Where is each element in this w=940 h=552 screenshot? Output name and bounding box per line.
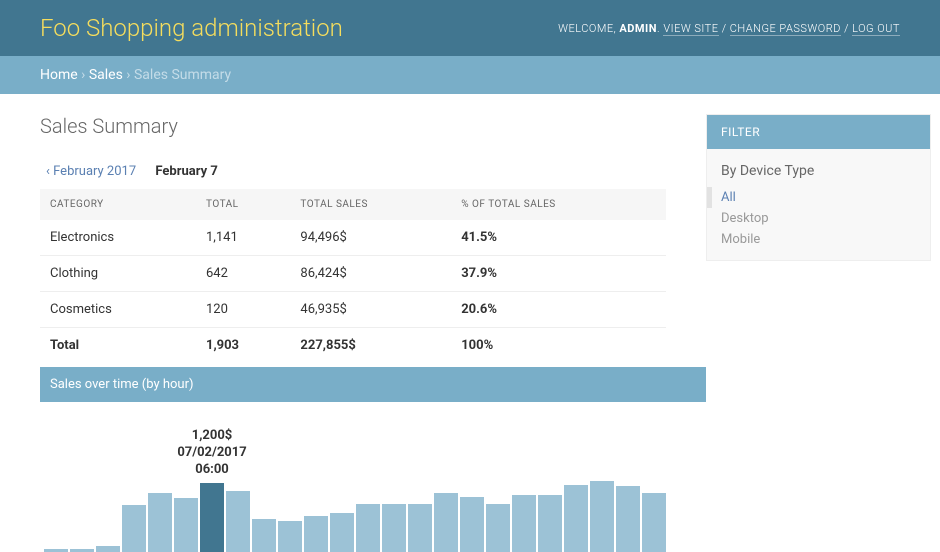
chart-bar[interactable] — [226, 491, 250, 552]
view-site-link[interactable]: VIEW SITE — [663, 22, 718, 36]
chart-bar[interactable] — [616, 486, 640, 552]
tooltip-value: 1,200$ — [177, 428, 246, 445]
chart-bar[interactable] — [460, 497, 484, 552]
tooltip-date: 07/02/2017 — [177, 445, 246, 462]
app-header: Foo Shopping administration WELCOME, ADM… — [0, 0, 940, 56]
table-row: Cosmetics12046,935$20.6% — [40, 292, 666, 328]
col-category[interactable]: CATEGORY — [40, 189, 198, 220]
user-tools: WELCOME, ADMIN. VIEW SITE / CHANGE PASSW… — [558, 22, 900, 35]
welcome-label: WELCOME, — [558, 22, 619, 35]
cell-total: 642 — [198, 256, 292, 292]
col-total-sales[interactable]: TOTAL SALES — [292, 189, 453, 220]
sales-table: CATEGORY TOTAL TOTAL SALES % OF TOTAL SA… — [40, 189, 666, 363]
chart-bar[interactable] — [304, 516, 328, 552]
filter-option[interactable]: All — [707, 187, 930, 208]
cell-total: 120 — [198, 292, 292, 328]
cell-total-sales: 94,496$ — [292, 220, 453, 256]
cell-category: Total — [40, 328, 198, 364]
chart-bar[interactable] — [252, 519, 276, 552]
date-back-link[interactable]: ‹ February 2017 — [46, 164, 136, 179]
col-total[interactable]: TOTAL — [198, 189, 292, 220]
cell-total: 1,903 — [198, 328, 292, 364]
chart-bar[interactable] — [486, 504, 510, 552]
cell-total-sales: 227,855$ — [292, 328, 453, 364]
site-title: Foo Shopping administration — [40, 14, 343, 42]
chart-bar[interactable] — [538, 495, 562, 552]
breadcrumb-current: Sales Summary — [134, 67, 231, 83]
cell-category: Cosmetics — [40, 292, 198, 328]
chart-tooltip: 1,200$07/02/201706:00 — [177, 428, 246, 483]
cell-total-sales: 86,424$ — [292, 256, 453, 292]
chart-bar[interactable] — [356, 504, 380, 552]
breadcrumb-sales[interactable]: Sales — [89, 67, 123, 83]
chart-bar[interactable] — [96, 546, 120, 552]
table-header-row: CATEGORY TOTAL TOTAL SALES % OF TOTAL SA… — [40, 189, 666, 220]
cell-category: Clothing — [40, 256, 198, 292]
chart-title: Sales over time (by hour) — [40, 367, 706, 402]
chart-bar[interactable] — [642, 493, 666, 552]
filter-title: FILTER — [707, 115, 930, 149]
col-pct[interactable]: % OF TOTAL SALES — [453, 189, 666, 220]
logout-link[interactable]: LOG OUT — [852, 22, 900, 36]
cell-pct: 20.6% — [453, 292, 666, 328]
chart-bar[interactable] — [590, 481, 614, 552]
filter-section-label: By Device Type — [707, 149, 930, 187]
chart-bar[interactable] — [564, 485, 588, 552]
cell-total: 1,141 — [198, 220, 292, 256]
chart-bar[interactable] — [278, 521, 302, 552]
chart-bar[interactable]: 1,200$07/02/201706:00 — [200, 483, 224, 552]
chart-bar[interactable] — [148, 493, 172, 552]
username: ADMIN — [619, 22, 657, 35]
current-date: February 7 — [155, 164, 217, 179]
breadcrumb: Home › Sales › Sales Summary — [0, 56, 940, 94]
cell-total-sales: 46,935$ — [292, 292, 453, 328]
filter-panel: FILTER By Device Type AllDesktopMobile — [706, 114, 931, 261]
chart-bar[interactable] — [174, 498, 198, 552]
chart-bar[interactable] — [434, 493, 458, 552]
cell-pct: 41.5% — [453, 220, 666, 256]
cell-pct: 37.9% — [453, 256, 666, 292]
chart-bar[interactable] — [408, 504, 432, 552]
filter-option[interactable]: Desktop — [707, 208, 930, 229]
date-navigation: ‹ February 2017 February 7 — [40, 164, 666, 179]
chart-bar[interactable] — [122, 505, 146, 552]
change-password-link[interactable]: CHANGE PASSWORD — [730, 22, 841, 36]
sales-chart: 1,200$07/02/201706:00 — [40, 402, 706, 552]
cell-pct: 100% — [453, 328, 666, 364]
page-title: Sales Summary — [40, 114, 666, 138]
table-row: Clothing64286,424$37.9% — [40, 256, 666, 292]
chart-bar[interactable] — [330, 513, 354, 552]
chart-bar[interactable] — [512, 495, 536, 552]
table-total-row: Total1,903227,855$100% — [40, 328, 666, 364]
tooltip-hour: 06:00 — [177, 462, 246, 479]
breadcrumb-home[interactable]: Home — [40, 67, 78, 83]
table-row: Electronics1,14194,496$41.5% — [40, 220, 666, 256]
chart-bar[interactable] — [382, 504, 406, 552]
filter-option[interactable]: Mobile — [707, 229, 930, 250]
cell-category: Electronics — [40, 220, 198, 256]
